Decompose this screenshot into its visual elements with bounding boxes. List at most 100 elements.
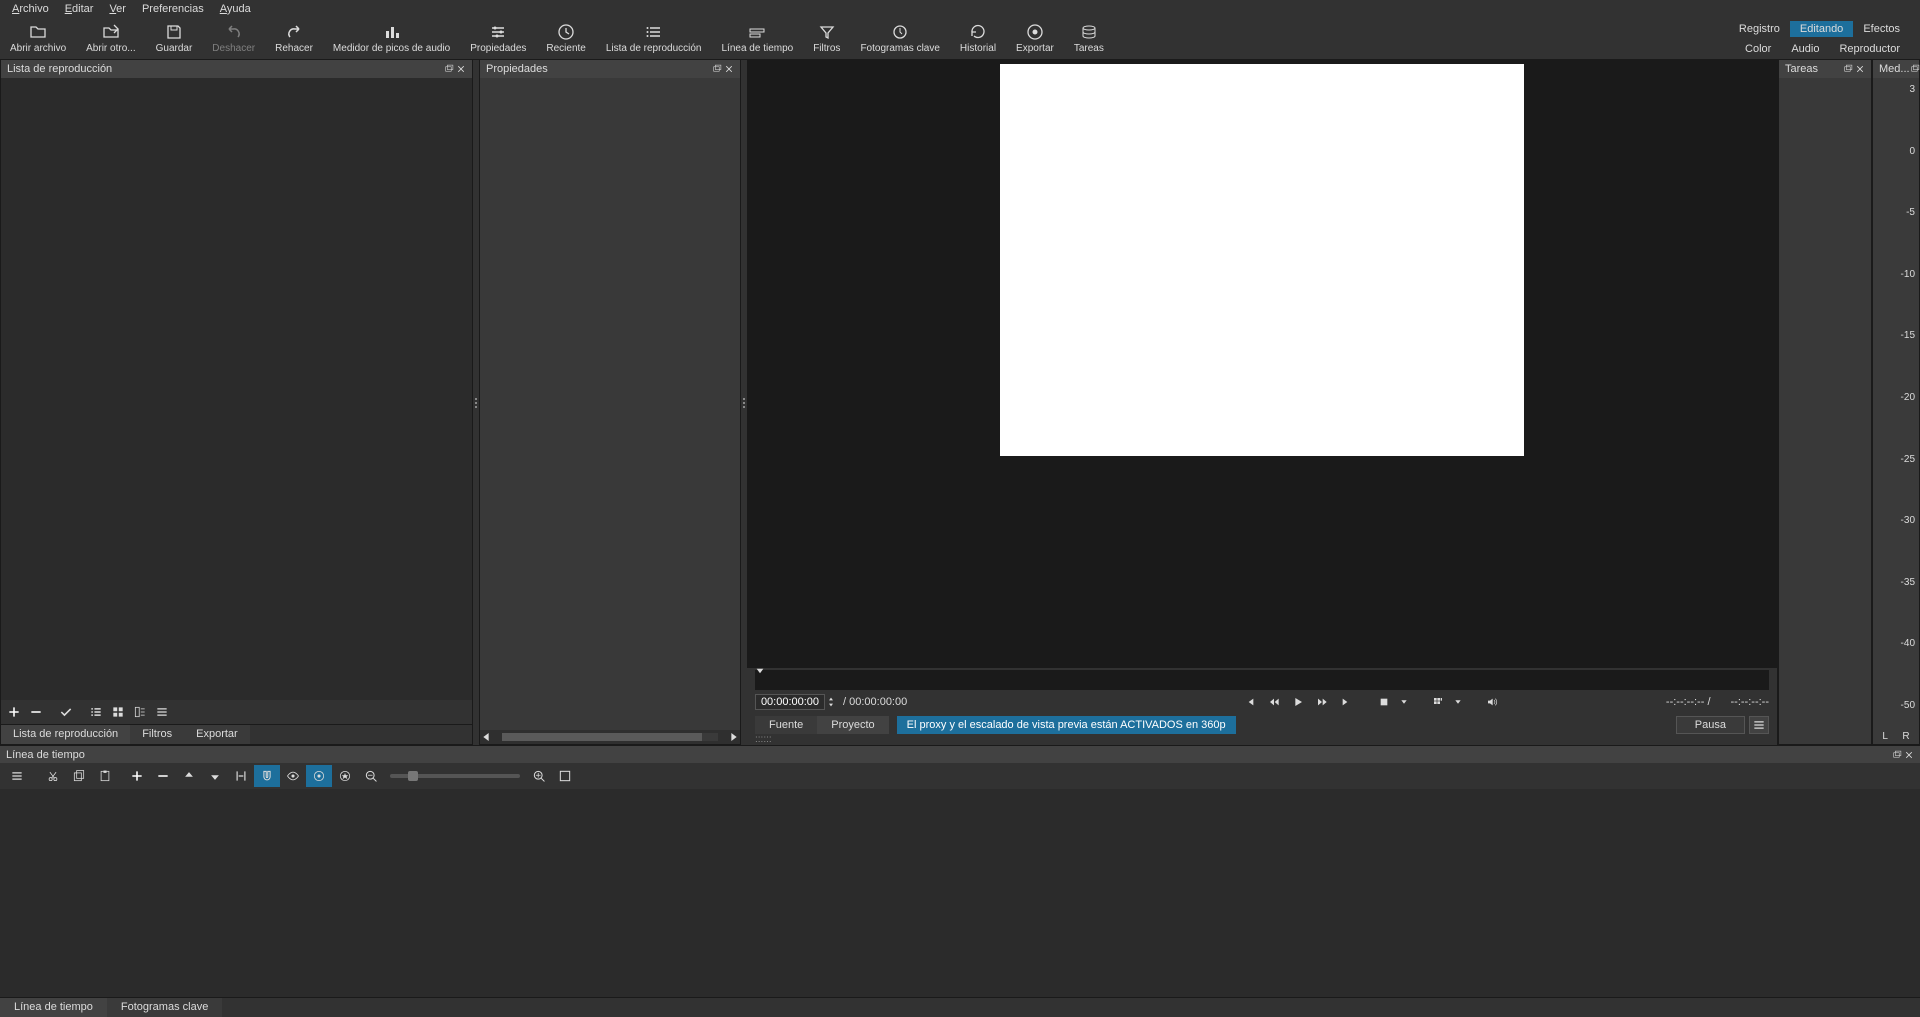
- meter-panel-title: Med...: [1879, 63, 1910, 75]
- history-button[interactable]: Historial: [950, 18, 1006, 59]
- append-button[interactable]: [124, 765, 150, 787]
- float-icon[interactable]: [444, 64, 454, 74]
- cut-button[interactable]: [40, 765, 66, 787]
- tab-playlist[interactable]: Lista de reproducción: [1, 725, 130, 744]
- tab-timeline[interactable]: Línea de tiempo: [0, 998, 107, 1017]
- split-button[interactable]: [228, 765, 254, 787]
- layout-editing[interactable]: Editando: [1790, 21, 1853, 37]
- undo-button[interactable]: Deshacer: [202, 18, 265, 59]
- overwrite-button[interactable]: [202, 765, 228, 787]
- scrub-audio-button[interactable]: [280, 765, 306, 787]
- timecode-input[interactable]: [755, 694, 825, 710]
- playlist-button[interactable]: Lista de reproducción: [596, 18, 712, 59]
- delete-button[interactable]: [150, 765, 176, 787]
- remove-button[interactable]: [25, 702, 47, 722]
- timeline-body[interactable]: [0, 789, 1920, 997]
- more-menu-button[interactable]: [151, 702, 173, 722]
- pause-button[interactable]: Pausa: [1676, 716, 1745, 734]
- snap-button[interactable]: [254, 765, 280, 787]
- ripple-all-button[interactable]: [332, 765, 358, 787]
- float-icon[interactable]: [1910, 64, 1920, 74]
- menu-ayuda[interactable]: Ayuda: [212, 1, 259, 17]
- playlist-panel-title: Lista de reproducción: [7, 63, 112, 75]
- zoom-grid-button[interactable]: [1430, 696, 1446, 708]
- filters-button[interactable]: Filtros: [803, 18, 850, 59]
- audio-meter-panel: Med... 30-5 -10-15-20 -25-30-35 -40-50 L…: [1872, 60, 1920, 745]
- view-grid-button[interactable]: [107, 702, 129, 722]
- close-icon[interactable]: [724, 64, 734, 74]
- open-file-button[interactable]: Abrir archivo: [0, 18, 76, 59]
- zoom-slider[interactable]: [390, 774, 520, 778]
- ripple-button[interactable]: [306, 765, 332, 787]
- rewind-button[interactable]: [1266, 696, 1282, 708]
- player-menu-button[interactable]: [1749, 716, 1769, 734]
- close-icon[interactable]: [456, 64, 466, 74]
- tab-export[interactable]: Exportar: [184, 725, 250, 744]
- playhead-icon[interactable]: [755, 666, 765, 676]
- skip-end-button[interactable]: [1338, 696, 1354, 708]
- copy-button[interactable]: [66, 765, 92, 787]
- jobs-panel-title: Tareas: [1785, 63, 1818, 75]
- menu-ver[interactable]: Ver: [101, 1, 134, 17]
- playlist-tabbar: Lista de reproducción Filtros Exportar: [1, 724, 472, 744]
- add-button[interactable]: [3, 702, 25, 722]
- zoom-out-button[interactable]: [358, 765, 384, 787]
- save-button[interactable]: Guardar: [146, 18, 203, 59]
- volume-button[interactable]: [1484, 696, 1500, 708]
- scrub-bar[interactable]: [755, 670, 1769, 690]
- recent-button[interactable]: Reciente: [536, 18, 595, 59]
- stop-button[interactable]: [1376, 696, 1392, 708]
- timeline-toolbar: [0, 763, 1920, 789]
- keyframes-button[interactable]: Fotogramas clave: [850, 18, 949, 59]
- layout-player[interactable]: Reproductor: [1829, 41, 1910, 57]
- timeline-button[interactable]: Línea de tiempo: [711, 18, 803, 59]
- update-button[interactable]: [55, 702, 77, 722]
- tab-source[interactable]: Fuente: [755, 716, 817, 734]
- spin-down-icon[interactable]: [827, 702, 839, 708]
- tab-project[interactable]: Proyecto: [817, 716, 888, 734]
- player-tabbar: Fuente Proyecto El proxy y el escalado d…: [747, 714, 1777, 736]
- redo-button[interactable]: Rehacer: [265, 18, 323, 59]
- float-icon[interactable]: [1843, 64, 1853, 74]
- skip-start-button[interactable]: [1242, 696, 1258, 708]
- open-other-button[interactable]: Abrir otro...: [76, 18, 145, 59]
- zoom-in-button[interactable]: [526, 765, 552, 787]
- fast-forward-button[interactable]: [1314, 696, 1330, 708]
- meter-scale: 30-5 -10-15-20 -25-30-35 -40-50: [1873, 78, 1919, 731]
- resize-grip-icon[interactable]: ::::::: [747, 734, 1777, 745]
- proxy-banner[interactable]: El proxy y el escalado de vista previa e…: [897, 716, 1236, 734]
- properties-panel-title: Propiedades: [486, 63, 548, 75]
- tab-filters[interactable]: Filtros: [130, 725, 184, 744]
- zoom-slider-thumb[interactable]: [408, 771, 418, 781]
- layout-color[interactable]: Color: [1735, 41, 1781, 57]
- chevron-down-icon[interactable]: [1454, 698, 1462, 706]
- float-icon[interactable]: [1892, 750, 1902, 760]
- close-icon[interactable]: [1904, 750, 1914, 760]
- close-icon[interactable]: [1855, 64, 1865, 74]
- layout-logging[interactable]: Registro: [1729, 21, 1790, 37]
- tab-keyframes[interactable]: Fotogramas clave: [107, 998, 222, 1017]
- chevron-down-icon[interactable]: [1400, 698, 1408, 706]
- horizontal-scrollbar[interactable]: [480, 730, 740, 744]
- jobs-body: [1779, 78, 1871, 744]
- float-icon[interactable]: [712, 64, 722, 74]
- zoom-fit-button[interactable]: [552, 765, 578, 787]
- export-button[interactable]: Exportar: [1006, 18, 1064, 59]
- play-button[interactable]: [1290, 696, 1306, 708]
- peak-meter-button[interactable]: Medidor de picos de audio: [323, 18, 460, 59]
- menu-preferencias[interactable]: Preferencias: [134, 1, 212, 17]
- layout-audio[interactable]: Audio: [1781, 41, 1829, 57]
- layout-effects[interactable]: Efectos: [1853, 21, 1910, 37]
- lift-button[interactable]: [176, 765, 202, 787]
- view-detail-button[interactable]: [129, 702, 151, 722]
- timeline-panel-title: Línea de tiempo: [6, 749, 85, 761]
- timecode-total: / 00:00:00:00: [843, 696, 907, 708]
- jobs-button[interactable]: Tareas: [1064, 18, 1114, 59]
- view-list-button[interactable]: [85, 702, 107, 722]
- menu-editar[interactable]: Editar: [57, 1, 102, 17]
- playlist-body[interactable]: [1, 78, 472, 700]
- paste-button[interactable]: [92, 765, 118, 787]
- properties-button[interactable]: Propiedades: [460, 18, 536, 59]
- video-output[interactable]: [747, 60, 1777, 668]
- timeline-menu-button[interactable]: [4, 765, 30, 787]
